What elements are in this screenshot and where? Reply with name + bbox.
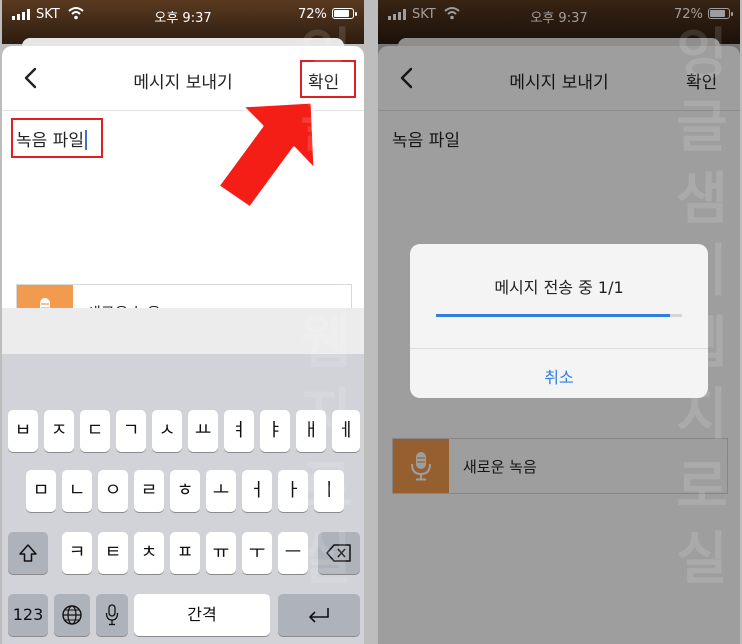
progress-bar bbox=[436, 314, 682, 317]
key[interactable]: ㅎ bbox=[170, 470, 200, 512]
shift-key[interactable] bbox=[8, 532, 48, 574]
key[interactable]: ㅇ bbox=[98, 470, 128, 512]
globe-key[interactable] bbox=[54, 594, 90, 636]
key[interactable]: ㅍ bbox=[170, 532, 200, 574]
key[interactable]: ㅜ bbox=[242, 532, 272, 574]
battery-icon bbox=[332, 8, 357, 19]
key[interactable]: ㄹ bbox=[134, 470, 164, 512]
key[interactable]: ㅛ bbox=[188, 410, 218, 452]
key[interactable]: ㅠ bbox=[206, 532, 236, 574]
key[interactable]: ㅈ bbox=[44, 410, 74, 452]
key[interactable]: ㄱ bbox=[116, 410, 146, 452]
microphone-icon bbox=[105, 604, 119, 626]
key[interactable]: ㅑ bbox=[260, 410, 290, 452]
key[interactable]: ㅊ bbox=[134, 532, 164, 574]
key[interactable]: ㅂ bbox=[8, 410, 38, 452]
return-key[interactable] bbox=[278, 594, 360, 636]
divider bbox=[410, 348, 708, 349]
watermark: 잉글샘이웹지로실 bbox=[300, 23, 352, 592]
shift-icon bbox=[19, 544, 37, 562]
numbers-key[interactable]: 123 bbox=[8, 594, 48, 636]
key[interactable]: ㅁ bbox=[26, 470, 56, 512]
key[interactable]: ㄴ bbox=[62, 470, 92, 512]
sending-dialog: 메시지 전송 중 1/1 취소 bbox=[410, 244, 708, 398]
return-icon bbox=[309, 608, 329, 623]
progress-fill bbox=[436, 314, 670, 317]
key[interactable]: ㅗ bbox=[206, 470, 236, 512]
key[interactable]: ㅌ bbox=[98, 532, 128, 574]
space-key[interactable]: 간격 bbox=[134, 594, 270, 636]
screen-compose: SKT 오후 9:37 72% 메시지 보내기 확인 녹음 파일 새로운 녹음 … bbox=[2, 0, 364, 644]
key[interactable]: ㅅ bbox=[152, 410, 182, 452]
cancel-button[interactable]: 취소 bbox=[410, 364, 708, 388]
message-highlight-box bbox=[11, 118, 103, 158]
dialog-title: 메시지 전송 중 1/1 bbox=[494, 278, 624, 297]
globe-icon bbox=[62, 605, 82, 625]
key[interactable]: ㄷ bbox=[80, 410, 110, 452]
key[interactable]: ㅓ bbox=[242, 470, 272, 512]
dictation-key[interactable] bbox=[96, 594, 128, 636]
key[interactable]: ㅋ bbox=[62, 532, 92, 574]
key[interactable]: ㅕ bbox=[224, 410, 254, 452]
screen-sending: SKT 오후 9:37 72% 메시지 보내기 확인 녹음 파일 새로운 녹음 … bbox=[378, 0, 740, 644]
